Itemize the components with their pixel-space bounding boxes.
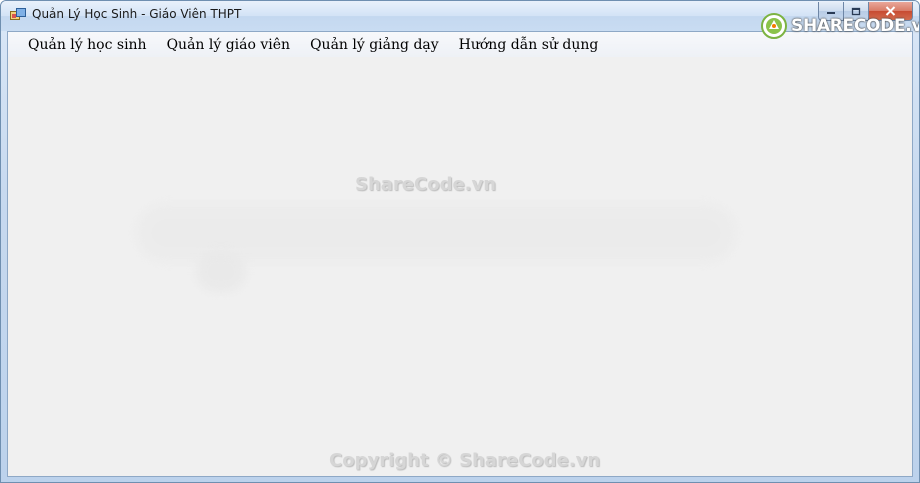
sharecode-logo-text: SHARECODE.vn	[791, 16, 920, 36]
watermark-center: ShareCode.vn	[355, 174, 497, 195]
app-window: Quản Lý Học Sinh - Giáo Viên THPT SHAREC…	[0, 0, 920, 483]
sharecode-logo-icon	[761, 13, 787, 39]
watermark-copyright: Copyright © ShareCode.vn	[329, 450, 601, 471]
menu-item-teachers[interactable]: Quản lý giáo viên	[161, 37, 297, 53]
menu-item-teaching[interactable]: Quản lý giảng dạy	[304, 37, 445, 53]
background-smudge-small	[196, 252, 246, 292]
menu-item-students[interactable]: Quản lý học sinh	[22, 37, 153, 53]
app-icon[interactable]	[10, 8, 26, 22]
menu-item-help[interactable]: Hướng dẫn sử dụng	[453, 37, 605, 53]
sharecode-logo: SHARECODE.vn	[761, 11, 920, 41]
main-client-area: Quản lý học sinh Quản lý giáo viên Quản …	[7, 31, 913, 477]
window-title: Quản Lý Học Sinh - Giáo Viên THPT	[32, 7, 242, 21]
